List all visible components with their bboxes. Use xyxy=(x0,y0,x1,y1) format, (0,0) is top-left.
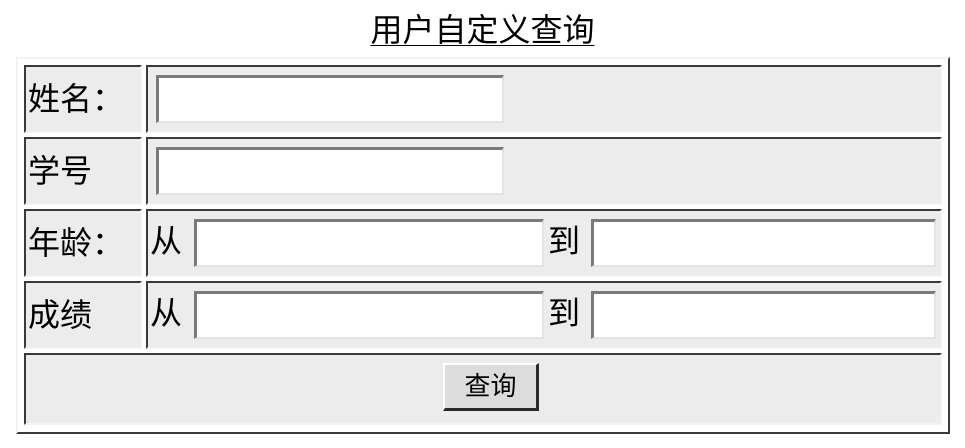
score-from-input[interactable] xyxy=(194,291,544,339)
student-id-label-cell: 学号 xyxy=(24,137,142,205)
age-to-input[interactable] xyxy=(591,219,936,267)
age-from-input[interactable] xyxy=(194,219,544,267)
age-from-label: 从 xyxy=(150,222,183,260)
score-range-cell: 从 到 xyxy=(146,281,942,349)
query-button[interactable]: 查询 xyxy=(443,363,539,411)
score-from-label: 从 xyxy=(150,294,183,332)
submit-cell: 查询 xyxy=(24,353,942,425)
age-label: 年龄： xyxy=(28,224,125,262)
age-range-cell: 从 到 xyxy=(146,209,942,277)
name-label-cell: 姓名： xyxy=(24,65,142,133)
query-form-table: 姓名： 学号 年龄： 从 到 成绩 从 到 查询 xyxy=(16,57,950,434)
score-label-cell: 成绩 xyxy=(24,281,142,349)
score-label: 成绩 xyxy=(28,296,93,334)
page-title: 用户自定义查询 xyxy=(370,11,595,49)
name-input[interactable] xyxy=(156,75,504,123)
student-id-input[interactable] xyxy=(156,147,504,195)
student-id-label: 学号 xyxy=(28,152,93,190)
age-to-label: 到 xyxy=(548,222,581,260)
score-to-label: 到 xyxy=(548,294,581,332)
age-label-cell: 年龄： xyxy=(24,209,142,277)
student-id-field-cell xyxy=(146,137,942,205)
name-label: 姓名： xyxy=(28,80,125,118)
score-to-input[interactable] xyxy=(591,291,936,339)
name-field-cell xyxy=(146,65,942,133)
